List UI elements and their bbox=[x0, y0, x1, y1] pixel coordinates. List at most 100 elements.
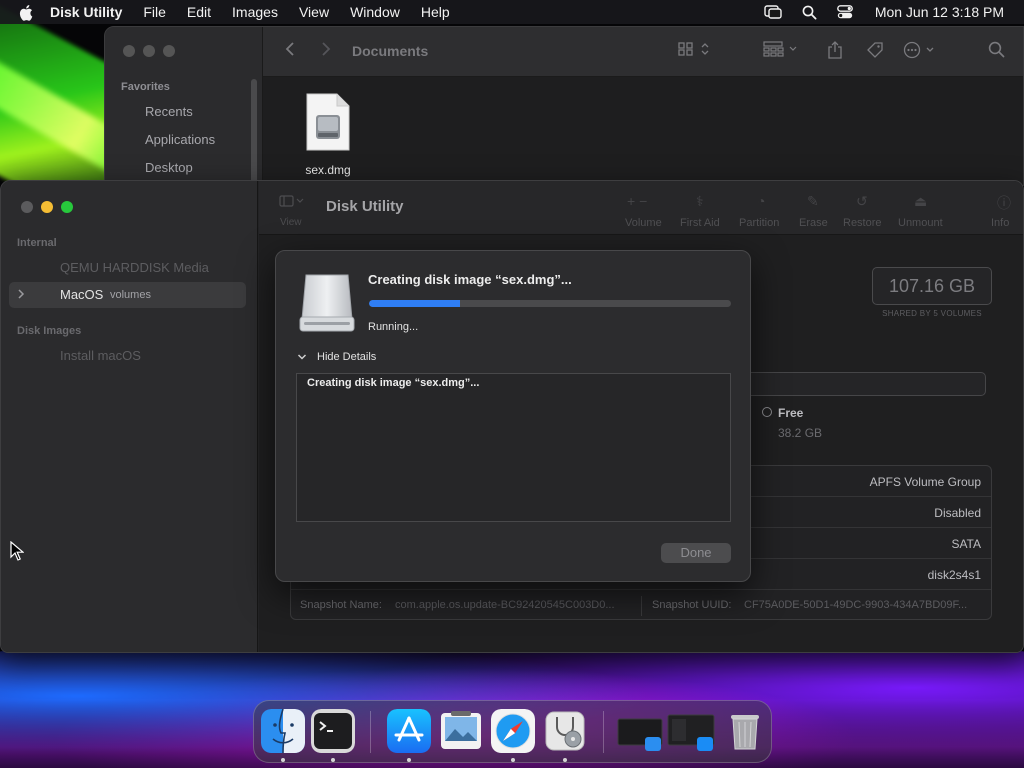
create-image-progress-sheet: Creating disk image “sex.dmg”... Running… bbox=[275, 250, 751, 582]
sidebar-view-icon[interactable] bbox=[279, 195, 305, 210]
finder-toolbar: Documents bbox=[263, 27, 1023, 77]
hide-details-label[interactable]: Hide Details bbox=[317, 351, 376, 363]
du-sidebar-harddisk[interactable]: QEMU HARDDISK Media bbox=[60, 260, 209, 275]
du-sidebar-install-macos[interactable]: Install macOS bbox=[60, 348, 141, 363]
du-info-button[interactable]: Info bbox=[991, 217, 1009, 229]
share-icon[interactable] bbox=[827, 41, 843, 59]
volume-capacity: 107.16 GB bbox=[872, 267, 992, 305]
details-log-line: Creating disk image “sex.dmg”... bbox=[307, 377, 480, 389]
finder-sidebar-applications[interactable]: Applications bbox=[145, 132, 215, 147]
finder-app-icon[interactable] bbox=[261, 709, 305, 753]
menu-file[interactable]: File bbox=[143, 4, 166, 20]
minimized-window-terminal[interactable] bbox=[617, 709, 665, 753]
menu-view[interactable]: View bbox=[299, 4, 329, 20]
volume-usage-bar bbox=[745, 372, 986, 396]
progress-bar-fill bbox=[369, 300, 460, 307]
finder-content bbox=[263, 77, 1023, 185]
du-disk-images-heading: Disk Images bbox=[17, 325, 82, 337]
add-volume-icon: + − bbox=[627, 193, 648, 209]
finder-sidebar-recents[interactable]: Recents bbox=[145, 104, 193, 119]
terminal-app-icon[interactable] bbox=[311, 709, 355, 753]
du-zoom-button[interactable] bbox=[61, 201, 73, 213]
forward-chevron-icon[interactable] bbox=[321, 41, 331, 57]
finder-zoom-button[interactable] bbox=[163, 45, 175, 57]
disk-utility-app-icon[interactable] bbox=[543, 709, 587, 753]
app-store-running-dot bbox=[407, 758, 411, 762]
info-value-connection: SATA bbox=[951, 537, 981, 551]
du-sidebar-selected-volume[interactable]: MacOS volumes bbox=[9, 282, 246, 308]
minimized-window-app-store[interactable] bbox=[667, 709, 717, 753]
du-partition-button[interactable]: Partition bbox=[739, 217, 779, 229]
du-toolbar: View Disk Utility + − Volume ⚕ First Aid… bbox=[259, 181, 1023, 235]
disk-utility-running-dot bbox=[563, 758, 567, 762]
finder-sidebar-scrollbar[interactable] bbox=[251, 79, 257, 185]
menu-help[interactable]: Help bbox=[421, 4, 450, 20]
dmg-file-icon[interactable] bbox=[305, 93, 351, 151]
snapshot-name-value: com.apple.os.update-BC92420545C003D0... bbox=[395, 599, 615, 611]
du-minimize-button[interactable] bbox=[41, 201, 53, 213]
screen-mirroring-icon[interactable] bbox=[764, 5, 782, 19]
du-erase-button[interactable]: Erase bbox=[799, 217, 828, 229]
apple-menu-icon[interactable] bbox=[16, 2, 36, 22]
du-sidebar: Internal QEMU HARDDISK Media MacOS volum… bbox=[1, 181, 258, 652]
snapshot-divider bbox=[641, 596, 642, 616]
progress-status: Running... bbox=[368, 321, 419, 333]
hide-details-toggle[interactable]: Hide Details bbox=[297, 351, 376, 363]
trash-icon[interactable] bbox=[723, 709, 767, 753]
du-internal-heading: Internal bbox=[17, 237, 57, 249]
finder-search-icon[interactable] bbox=[988, 41, 1005, 58]
terminal-running-dot bbox=[331, 758, 335, 762]
restore-icon: ↺ bbox=[856, 193, 868, 209]
info-value-device: disk2s4s1 bbox=[927, 568, 981, 582]
progress-bar bbox=[369, 300, 731, 307]
control-center-icon[interactable] bbox=[836, 5, 853, 19]
external-drive-icon bbox=[299, 274, 355, 332]
du-selected-volume-name: MacOS bbox=[60, 287, 104, 302]
more-actions-icon[interactable] bbox=[903, 41, 939, 59]
dmg-file-name[interactable]: sex.dmg bbox=[303, 163, 353, 177]
finder-close-button[interactable] bbox=[123, 45, 135, 57]
menu-edit[interactable]: Edit bbox=[187, 4, 211, 20]
du-restore-button[interactable]: Restore bbox=[843, 217, 882, 229]
finder-running-dot bbox=[281, 758, 285, 762]
menu-bar-extras: Mon Jun 12 3:18 PM bbox=[744, 0, 1004, 24]
du-unmount-button[interactable]: Unmount bbox=[898, 217, 943, 229]
chevron-down-icon[interactable] bbox=[297, 353, 307, 361]
du-first-aid-button[interactable]: First Aid bbox=[680, 217, 720, 229]
free-space-value: 38.2 GB bbox=[778, 426, 823, 440]
back-chevron-icon[interactable] bbox=[285, 41, 295, 57]
safari-app-icon[interactable] bbox=[491, 709, 535, 753]
free-space-label: Free bbox=[778, 406, 804, 420]
tag-icon[interactable] bbox=[866, 41, 884, 59]
info-value-owners: Disabled bbox=[934, 506, 981, 520]
icon-view-icon[interactable] bbox=[678, 41, 712, 57]
du-volume-button[interactable]: Volume bbox=[625, 217, 662, 229]
dock bbox=[253, 700, 772, 763]
finder-minimize-button[interactable] bbox=[143, 45, 155, 57]
finder-sidebar-desktop[interactable]: Desktop bbox=[145, 160, 193, 175]
info-row-snapshot: Snapshot Name: com.apple.os.update-BC924… bbox=[291, 590, 991, 619]
details-log[interactable]: Creating disk image “sex.dmg”... bbox=[296, 373, 731, 522]
menu-bar: Disk Utility File Edit Images View Windo… bbox=[0, 0, 1024, 24]
app-store-icon[interactable] bbox=[387, 709, 431, 753]
du-close-button[interactable] bbox=[21, 201, 33, 213]
menu-images[interactable]: Images bbox=[232, 4, 278, 20]
first-aid-icon: ⚕ bbox=[696, 193, 704, 209]
du-window-title: Disk Utility bbox=[326, 198, 404, 215]
free-space-legend-dot bbox=[762, 407, 772, 417]
snapshot-uuid-label: Snapshot UUID: bbox=[652, 599, 732, 611]
finder-sidebar: Favorites Recents Applications Desktop bbox=[105, 27, 263, 185]
menu-bar-clock[interactable]: Mon Jun 12 3:18 PM bbox=[875, 4, 1004, 20]
volume-capacity-sub: SHARED BY 5 VOLUMES bbox=[882, 309, 982, 318]
info-icon: ⓘ bbox=[997, 195, 1011, 211]
unmount-icon: ⏏ bbox=[914, 193, 928, 209]
disclosure-chevron-icon[interactable] bbox=[17, 288, 25, 303]
preview-app-icon[interactable] bbox=[439, 709, 483, 753]
menu-app-name[interactable]: Disk Utility bbox=[50, 4, 122, 20]
menu-window[interactable]: Window bbox=[350, 4, 400, 20]
dock-separator-2 bbox=[603, 711, 604, 753]
group-by-icon[interactable] bbox=[763, 41, 801, 57]
spotlight-search-icon[interactable] bbox=[802, 5, 817, 20]
mouse-cursor-icon bbox=[10, 541, 24, 561]
done-button[interactable]: Done bbox=[661, 543, 731, 563]
